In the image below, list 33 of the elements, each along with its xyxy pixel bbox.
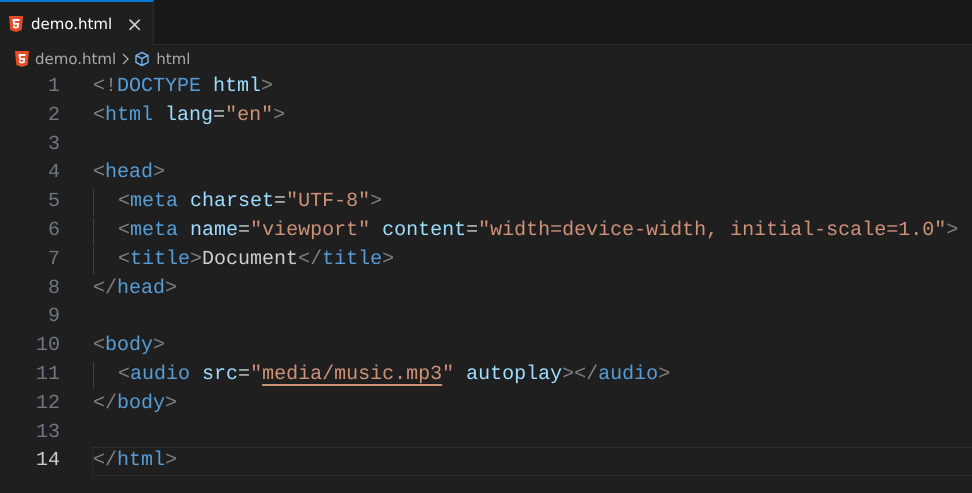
- code-line: <!DOCTYPE html>: [93, 74, 274, 100]
- code-line: <html lang="en">: [93, 102, 286, 129]
- cube-icon: [134, 51, 150, 67]
- code-line: <head>: [93, 160, 166, 186]
- line-number: 13: [34, 420, 60, 446]
- line-number: 3: [46, 132, 60, 158]
- line-number: 6: [46, 218, 60, 244]
- code-line: <audio src="media/music.mp3" autoplay></audio>: [118, 362, 670, 388]
- chevron-icon: [120, 52, 130, 66]
- line-number: 14: [34, 448, 60, 474]
- breadcrumb-item[interactable]: demo.html: [35, 50, 116, 68]
- line-number: 7: [46, 246, 60, 273]
- code-line: </head>: [93, 276, 178, 302]
- code-line: <meta charset="UTF-8">: [118, 189, 382, 216]
- code-line: </body>: [93, 390, 178, 417]
- line-number: 11: [34, 362, 60, 388]
- code-line: </html>: [93, 448, 178, 474]
- line-number: 10: [34, 333, 60, 360]
- line-number: 4: [46, 160, 60, 186]
- line-number: 1: [46, 74, 60, 100]
- line-number: 2: [46, 102, 60, 129]
- html5-icon: [9, 16, 23, 32]
- code-line: <body>: [93, 333, 166, 360]
- line-number: 12: [34, 390, 60, 417]
- line-number: 9: [46, 304, 60, 330]
- breadcrumb-item[interactable]: html: [156, 50, 190, 68]
- editor-tab[interactable]: demo.html ×: [0, 0, 154, 45]
- close-icon[interactable]: ×: [126, 14, 143, 34]
- code-line: <meta name="viewport" content="width=device-width, initial-scale=1.0">: [118, 218, 958, 244]
- line-number: 5: [46, 189, 60, 216]
- html5-icon: [15, 51, 29, 67]
- code-line: <title>Document</title>: [118, 246, 394, 273]
- line-number: 8: [46, 276, 60, 302]
